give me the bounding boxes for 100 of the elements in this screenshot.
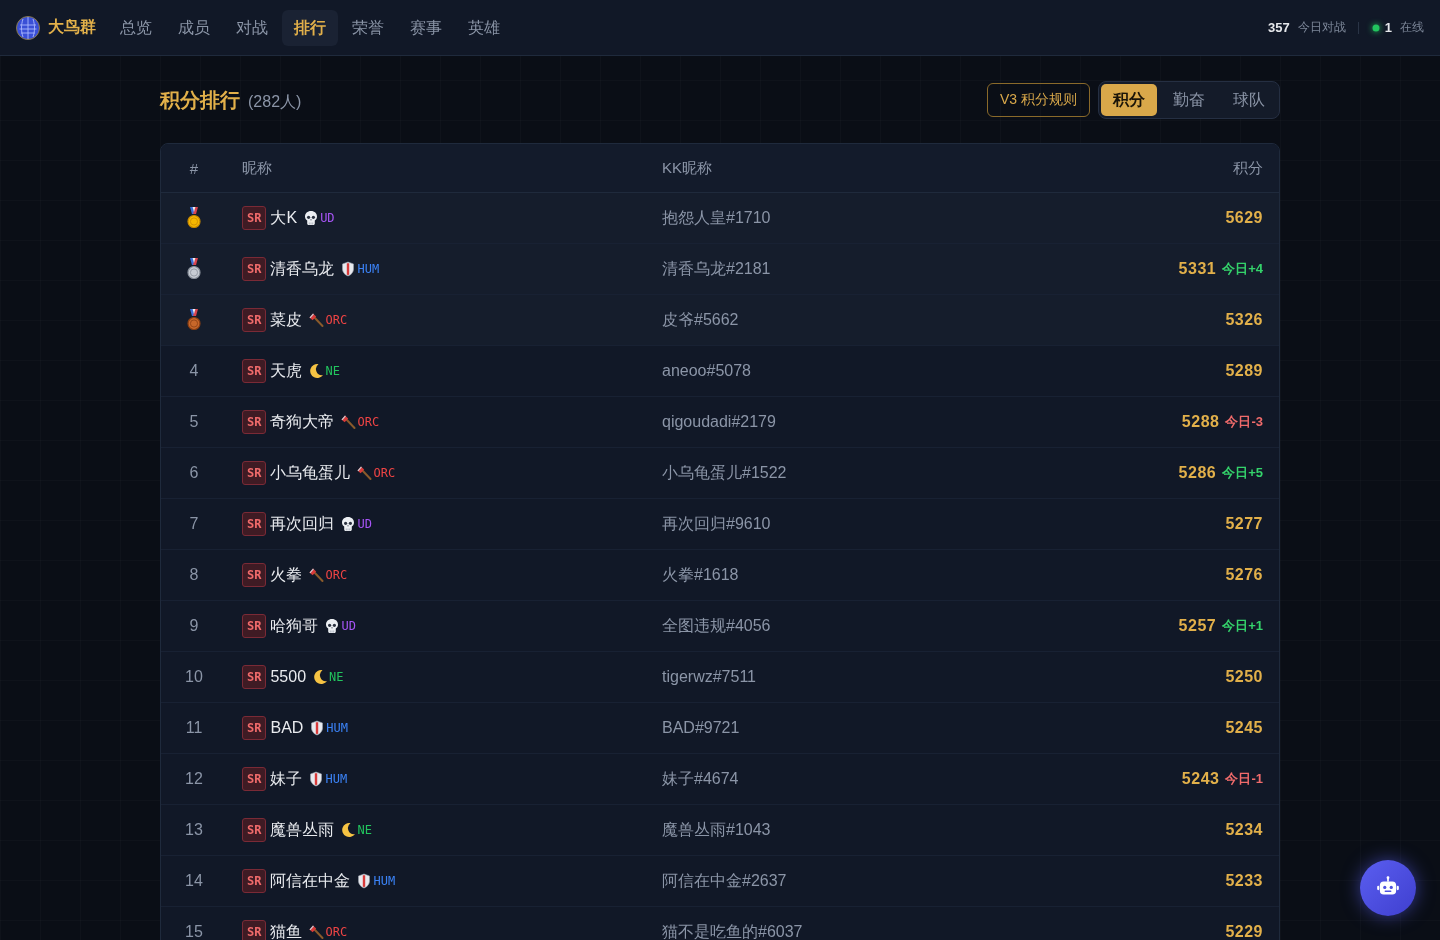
- player-name: 小乌龟蛋儿: [270, 462, 351, 483]
- race-label: UD: [320, 211, 335, 225]
- crescent-moon-icon: [340, 822, 357, 838]
- score-value: 5288: [1181, 413, 1220, 431]
- shield-icon: [308, 771, 325, 787]
- race-label: HUM: [373, 874, 396, 888]
- kk-nickname: 再次回归#9610: [662, 513, 771, 534]
- score-value: 5233: [1225, 872, 1263, 890]
- kk-nickname: 阿信在中金#2637: [662, 870, 787, 891]
- race-label: ORC: [373, 466, 396, 480]
- race-label: ORC: [325, 568, 348, 582]
- axe-icon: [340, 414, 357, 430]
- score-value: 5229: [1225, 923, 1263, 940]
- column-header: KK昵称: [661, 158, 713, 178]
- kk-nickname: 全图违规#4056: [662, 615, 771, 636]
- score-value: 5250: [1225, 668, 1263, 686]
- online-status-dot-icon: [1370, 22, 1381, 33]
- rank-number: 10: [185, 668, 203, 686]
- tier-badge: SR: [242, 818, 267, 842]
- skull-icon: [340, 516, 357, 532]
- shield-icon: [356, 873, 373, 889]
- tier-badge: SR: [242, 512, 267, 536]
- kk-nickname: aneoo#5078: [662, 362, 751, 380]
- nav-tab[interactable]: 英雄: [456, 9, 512, 46]
- race-label: ORC: [357, 415, 380, 429]
- nav-tab[interactable]: 荣誉: [340, 9, 396, 46]
- view-tab[interactable]: 球队: [1221, 84, 1277, 116]
- kk-nickname: 魔兽丛雨#1043: [662, 819, 771, 840]
- axe-icon: [308, 312, 325, 328]
- player-name: 火拳: [270, 564, 303, 585]
- tier-badge: SR: [242, 767, 267, 791]
- stat-label: 在线: [1400, 19, 1424, 36]
- globe-logo-icon: [16, 15, 40, 40]
- tier-badge: SR: [242, 308, 267, 332]
- player-name: BAD: [270, 719, 304, 737]
- nav-tab[interactable]: 成员: [166, 9, 222, 46]
- score-value: 5276: [1225, 566, 1263, 584]
- page-title: 积分排行: [160, 87, 240, 113]
- rank-number: 15: [185, 923, 203, 940]
- score-value: 5286: [1178, 464, 1217, 482]
- score-value: 5234: [1225, 821, 1263, 839]
- axe-icon: [308, 924, 325, 940]
- brand-name: 大鸟群: [48, 17, 96, 37]
- rank-number: 11: [185, 719, 203, 737]
- player-name: 再次回归: [270, 513, 335, 534]
- score-value: 5257: [1178, 617, 1217, 635]
- column-header: #: [188, 159, 200, 177]
- rank-number: 9: [189, 617, 199, 635]
- score-value: 5331: [1178, 260, 1217, 278]
- rules-button[interactable]: V3 积分规则: [987, 83, 1090, 117]
- crescent-moon-icon: [312, 669, 329, 685]
- race-label: ORC: [325, 925, 348, 939]
- nav-tab[interactable]: 总览: [108, 9, 164, 46]
- player-name: 天虎: [270, 360, 303, 381]
- race-label: UD: [357, 517, 372, 531]
- stat-value: 1: [1384, 20, 1392, 35]
- score-value: 5245: [1225, 719, 1263, 737]
- view-tab[interactable]: 积分: [1101, 84, 1157, 116]
- today-change: 今日+5: [1222, 464, 1263, 482]
- kk-nickname: 猫不是吃鱼的#6037: [662, 921, 803, 940]
- player-name: 清香乌龙: [270, 258, 335, 279]
- tier-badge: SR: [242, 461, 267, 485]
- race-label: NE: [325, 364, 340, 378]
- rank-number: 4: [189, 362, 199, 380]
- player-name: 5500: [270, 668, 307, 686]
- race-label: ORC: [325, 313, 348, 327]
- race-label: HUM: [357, 262, 380, 276]
- kk-nickname: 妹子#4674: [662, 768, 739, 789]
- column-header: 昵称: [241, 158, 273, 178]
- score-value: 5289: [1225, 362, 1263, 380]
- score-value: 5326: [1225, 311, 1263, 329]
- player-name: 菜皮: [270, 309, 303, 330]
- rank-number: 5: [189, 413, 199, 431]
- race-label: UD: [341, 619, 356, 633]
- nav-tab[interactable]: 对战: [224, 9, 280, 46]
- score-value: 5243: [1181, 770, 1220, 788]
- tier-badge: SR: [242, 257, 267, 281]
- tier-badge: SR: [242, 869, 267, 893]
- kk-nickname: tigerwz#7511: [662, 668, 756, 686]
- today-change: 今日-3: [1225, 413, 1263, 431]
- nav-tab[interactable]: 赛事: [398, 9, 454, 46]
- column-header: 积分: [1232, 158, 1264, 178]
- shield-icon: [340, 261, 357, 277]
- axe-icon: [356, 465, 373, 481]
- rank-number: 6: [189, 464, 199, 482]
- tier-badge: SR: [242, 359, 267, 383]
- player-name: 妹子: [270, 768, 303, 789]
- axe-icon: [308, 567, 325, 583]
- view-tab[interactable]: 勤奋: [1161, 84, 1217, 116]
- today-change: 今日-1: [1225, 770, 1263, 788]
- member-count: (282人): [248, 91, 302, 112]
- stat-value: 357: [1268, 20, 1290, 35]
- kk-nickname: qigoudadi#2179: [662, 413, 776, 431]
- kk-nickname: 小乌龟蛋儿#1522: [662, 462, 787, 483]
- player-name: 魔兽丛雨: [270, 819, 335, 840]
- nav-tab[interactable]: 排行: [282, 9, 338, 46]
- tier-badge: SR: [242, 614, 267, 638]
- player-name: 猫鱼: [270, 921, 303, 940]
- skull-icon: [324, 618, 341, 634]
- assistant-button[interactable]: [1360, 860, 1416, 916]
